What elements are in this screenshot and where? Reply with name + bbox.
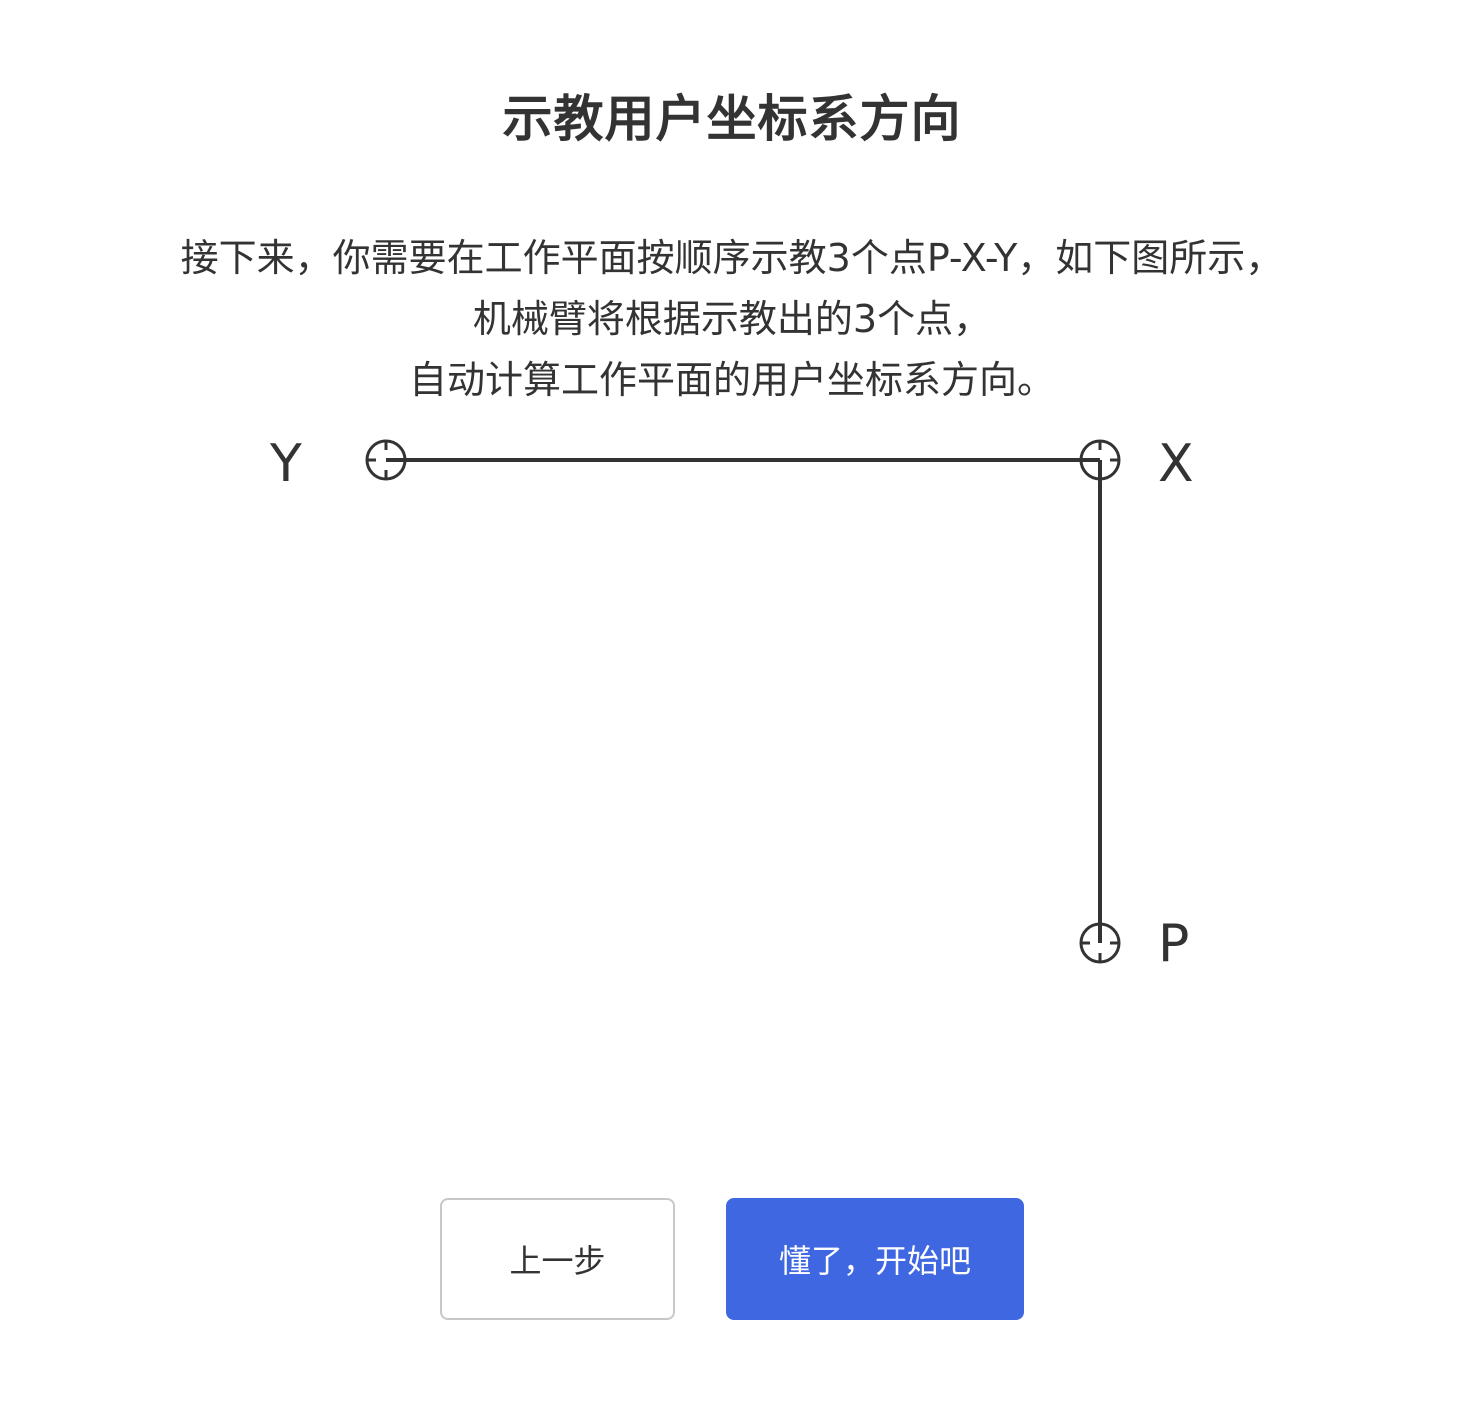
point-y-label: Y	[270, 434, 302, 494]
point-p-label: P	[1158, 914, 1190, 974]
got-it-start-button[interactable]: 懂了，开始吧	[726, 1198, 1024, 1320]
point-p-crosshair-icon	[1079, 922, 1121, 964]
previous-step-button[interactable]: 上一步	[440, 1198, 675, 1320]
point-x-crosshair-icon	[1079, 439, 1121, 481]
instruction-line-3: 自动计算工作平面的用户坐标系方向。	[408, 358, 1055, 402]
point-y-crosshair-icon	[365, 439, 407, 481]
instruction-line-1: 接下来，你需要在工作平面按顺序示教3个点P-X-Y，如下图所示，	[180, 236, 1284, 280]
point-x-label: X	[1158, 434, 1194, 494]
instruction-line-2: 机械臂将根据示教出的3个点，	[472, 297, 992, 341]
dialog-title: 示教用户坐标系方向	[502, 90, 962, 148]
coordinate-diagram	[365, 439, 1121, 964]
instructions: 接下来，你需要在工作平面按顺序示教3个点P-X-Y，如下图所示， 机械臂将根据示…	[0, 228, 1464, 411]
